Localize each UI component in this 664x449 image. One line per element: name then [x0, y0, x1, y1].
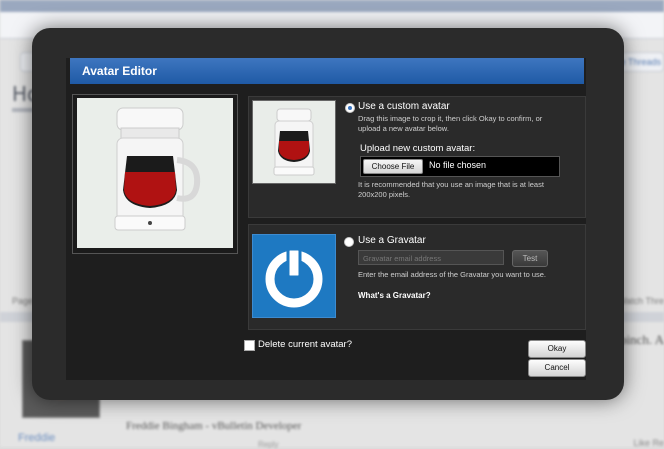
whats-gravatar-link[interactable]: What's a Gravatar? — [358, 291, 431, 300]
delete-avatar-label: Delete current avatar? — [258, 339, 352, 350]
gravatar-email-input[interactable]: Gravatar email address — [358, 250, 504, 265]
file-status: No file chosen — [429, 160, 487, 170]
size-recommendation: It is recommended that you use an image … — [358, 180, 544, 199]
custom-avatar-help: Drag this image to crop it, then click O… — [358, 114, 543, 133]
custom-avatar-radio[interactable] — [345, 103, 355, 113]
browser-top-bar — [0, 0, 664, 12]
gravatar-radio[interactable] — [344, 237, 354, 247]
cancel-button[interactable]: Cancel — [528, 359, 586, 377]
background-reply-label: Reply — [258, 440, 279, 449]
dialog-title: Avatar Editor — [70, 58, 584, 84]
coffee-maker-image — [77, 98, 233, 248]
background-user-name: Freddie — [18, 432, 56, 444]
background-page-label: Page — [12, 296, 34, 306]
background-watch-label: Watch Thre — [617, 296, 664, 306]
custom-avatar-label: Use a custom avatar — [358, 101, 450, 112]
custom-avatar-thumbnail — [252, 100, 336, 184]
gravatar-test-button[interactable]: Test — [512, 250, 548, 267]
okay-button[interactable]: Okay — [528, 340, 586, 358]
upload-label: Upload new custom avatar: — [360, 143, 476, 154]
choose-file-button[interactable]: Choose File — [363, 159, 423, 174]
avatar-crop-preview[interactable] — [72, 94, 238, 254]
gravatar-thumbnail — [252, 234, 336, 318]
gravatar-help: Enter the email address of the Gravatar … — [358, 270, 547, 279]
background-signature: Freddie Bingham - vBulletin Developer — [126, 420, 302, 432]
gravatar-logo-icon — [265, 247, 323, 308]
delete-avatar-checkbox[interactable] — [244, 340, 255, 351]
gravatar-label: Use a Gravatar — [358, 235, 426, 246]
